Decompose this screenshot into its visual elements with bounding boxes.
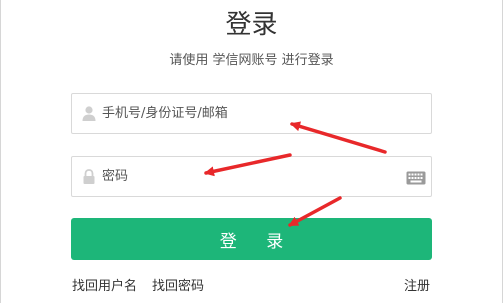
keyboard-icon[interactable] [406,170,426,185]
lock-icon [81,168,97,185]
user-icon [81,105,97,122]
find-username-link[interactable]: 找回用户名 [72,278,137,296]
find-password-link[interactable]: 找回密码 [152,278,204,296]
register-link[interactable]: 注册 [404,278,430,296]
password-field[interactable] [71,156,432,197]
page-border-left [0,0,1,303]
login-button[interactable]: 登 录 [71,218,432,260]
username-field[interactable] [71,93,432,134]
login-subtitle: 请使用 学信网账号 进行登录 [169,53,334,68]
password-input[interactable] [102,157,402,196]
page-title: 登录 [225,10,278,40]
username-input[interactable] [102,94,402,133]
